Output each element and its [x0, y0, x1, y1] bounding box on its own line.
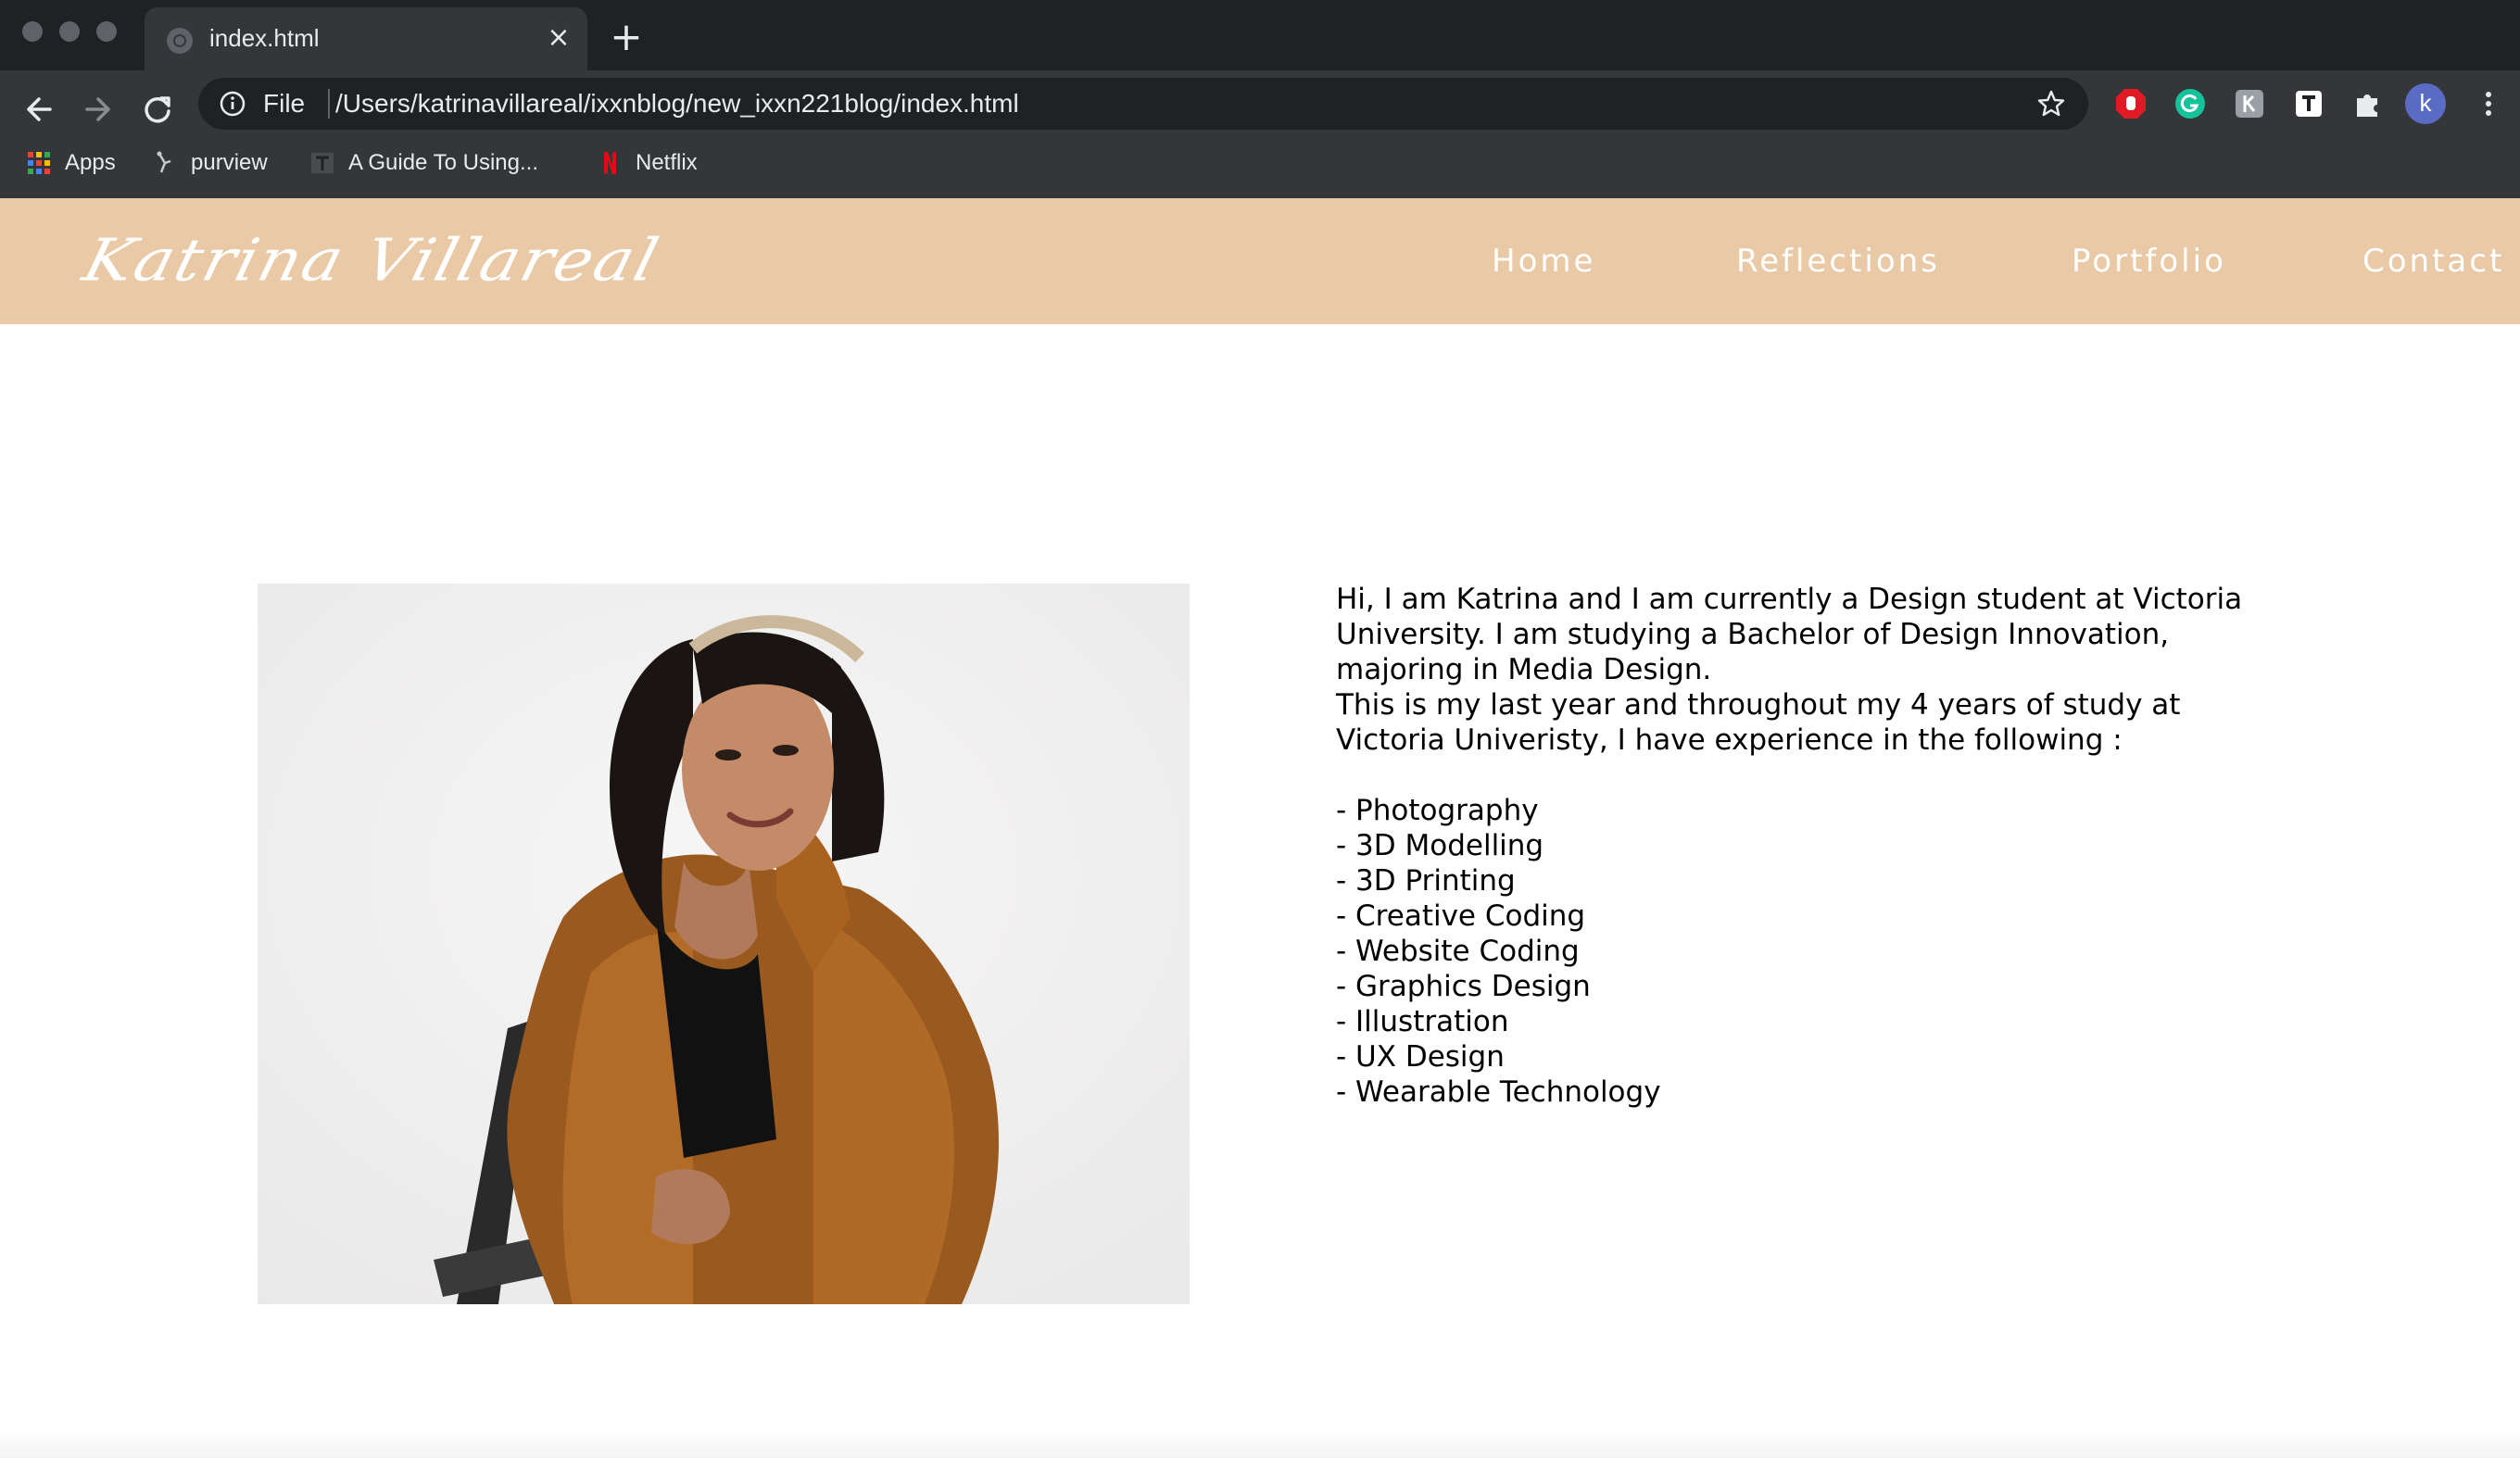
bookmark-label: purview: [191, 150, 268, 175]
bookmarks-bar: Apps purview A Guide To Using... Netflix: [0, 139, 2520, 187]
url-text[interactable]: /Users/katrinavillareal/ixxnblog/new_ixx…: [335, 89, 1019, 119]
portrait-image: [258, 584, 1190, 1304]
extensions-puzzle-icon[interactable]: [2351, 87, 2385, 120]
scheme-label: File: [263, 89, 306, 118]
reload-icon: [145, 96, 170, 123]
list-item: - Illustration: [1336, 1005, 1509, 1038]
nav-reflections[interactable]: Reflections: [1736, 243, 1940, 280]
purview-icon: [152, 150, 178, 176]
back-button[interactable]: [15, 85, 63, 133]
profile-avatar[interactable]: k: [2405, 83, 2446, 124]
profile-initial: k: [2405, 83, 2446, 124]
bio-section: Hi, I am Katrina and I am currently a De…: [1336, 582, 2290, 1110]
minimize-window-button[interactable]: [59, 21, 80, 42]
netflix-icon: [597, 150, 623, 176]
address-bar[interactable]: File /Users/katrinavillareal/ixxnblog/ne…: [198, 78, 2088, 130]
logo-text: Katrina Villareal: [76, 226, 667, 295]
tab-title: index.html: [209, 24, 320, 52]
list-item: - 3D Printing: [1336, 864, 1516, 898]
apps-grid-icon: [26, 150, 52, 176]
extension-k-icon[interactable]: [2233, 87, 2266, 120]
maximize-window-button[interactable]: [96, 21, 117, 42]
browser-menu-icon[interactable]: [2472, 87, 2505, 120]
bookmark-star-icon[interactable]: [2036, 89, 2066, 119]
extension-t-icon[interactable]: [2292, 87, 2325, 120]
grammarly-extension-icon[interactable]: [2174, 87, 2207, 120]
list-item: - Creative Coding: [1336, 899, 1586, 933]
bookmark-label: Netflix: [636, 150, 698, 175]
nav-portfolio[interactable]: Portfolio: [2072, 243, 2226, 280]
close-tab-icon[interactable]: ×: [543, 22, 574, 54]
browser-title-bar: index.html × +: [0, 0, 2520, 70]
new-tab-button[interactable]: +: [608, 18, 645, 57]
forward-arrow-icon: [85, 97, 110, 121]
bookmark-netflix[interactable]: Netflix: [597, 146, 698, 180]
guide-icon: [309, 150, 335, 176]
globe-icon: [167, 28, 193, 54]
bookmark-purview[interactable]: purview: [152, 146, 268, 180]
address-separator: [328, 89, 330, 119]
bio-intro: Hi, I am Katrina and I am currently a De…: [1336, 583, 2243, 686]
list-item: - Wearable Technology: [1336, 1075, 1661, 1109]
list-item: - 3D Modelling: [1336, 829, 1544, 862]
list-item: - Graphics Design: [1336, 970, 1591, 1003]
list-item: - Website Coding: [1336, 935, 1580, 968]
close-window-button[interactable]: [22, 21, 43, 42]
page-bottom-edge: [0, 1427, 2520, 1458]
back-arrow-icon: [27, 97, 52, 121]
site-logo[interactable]: Katrina Villareal: [77, 215, 667, 317]
profile-photo: [258, 584, 1190, 1304]
bookmark-apps[interactable]: Apps: [26, 146, 116, 180]
bio-experience: This is my last year and throughout my 4…: [1336, 688, 2181, 757]
reload-button[interactable]: [133, 85, 182, 133]
forward-button[interactable]: [74, 85, 122, 133]
skills-list: - Photography - 3D Modelling - 3D Printi…: [1336, 793, 2290, 1110]
adblock-extension-icon[interactable]: [2114, 87, 2148, 120]
info-icon[interactable]: [219, 90, 246, 118]
nav-contact[interactable]: Contact: [2362, 243, 2504, 280]
site-header: Katrina Villareal Home Reflections Portf…: [0, 198, 2520, 324]
browser-tab-active[interactable]: index.html ×: [145, 7, 587, 70]
nav-home[interactable]: Home: [1492, 243, 1595, 280]
bookmark-label: Apps: [65, 150, 116, 175]
list-item: - Photography: [1336, 794, 1539, 827]
bookmark-label: A Guide To Using...: [348, 150, 539, 175]
bookmark-guide[interactable]: A Guide To Using...: [309, 146, 538, 180]
list-item: - UX Design: [1336, 1040, 1505, 1074]
